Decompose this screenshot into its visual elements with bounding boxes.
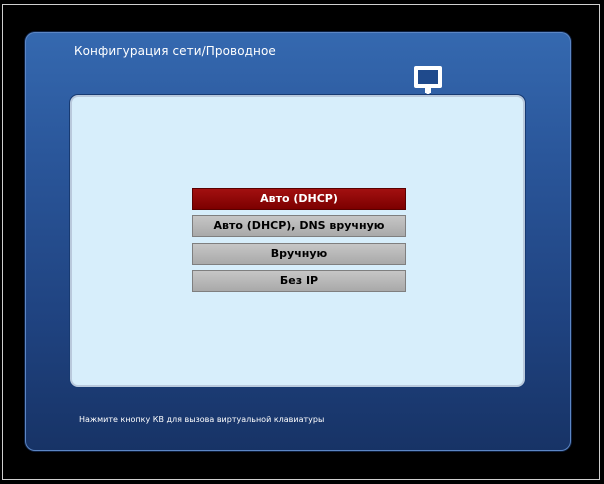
option-manual[interactable]: Вручную xyxy=(192,243,406,265)
network-config-panel: Конфигурация сети/Проводное Авто (DHCP) … xyxy=(25,32,571,451)
screen: Конфигурация сети/Проводное Авто (DHCP) … xyxy=(0,0,604,484)
option-auto-dhcp[interactable]: Авто (DHCP) xyxy=(192,188,406,210)
option-no-ip[interactable]: Без IP xyxy=(192,270,406,292)
option-auto-dhcp-manual-dns[interactable]: Авто (DHCP), DNS вручную xyxy=(192,215,406,237)
options-area: Авто (DHCP) Авто (DHCP), DNS вручную Вру… xyxy=(70,95,525,387)
keyboard-hint: Нажмите кнопку КВ для вызова виртуальной… xyxy=(79,415,325,424)
panel-title: Конфигурация сети/Проводное xyxy=(74,44,276,58)
